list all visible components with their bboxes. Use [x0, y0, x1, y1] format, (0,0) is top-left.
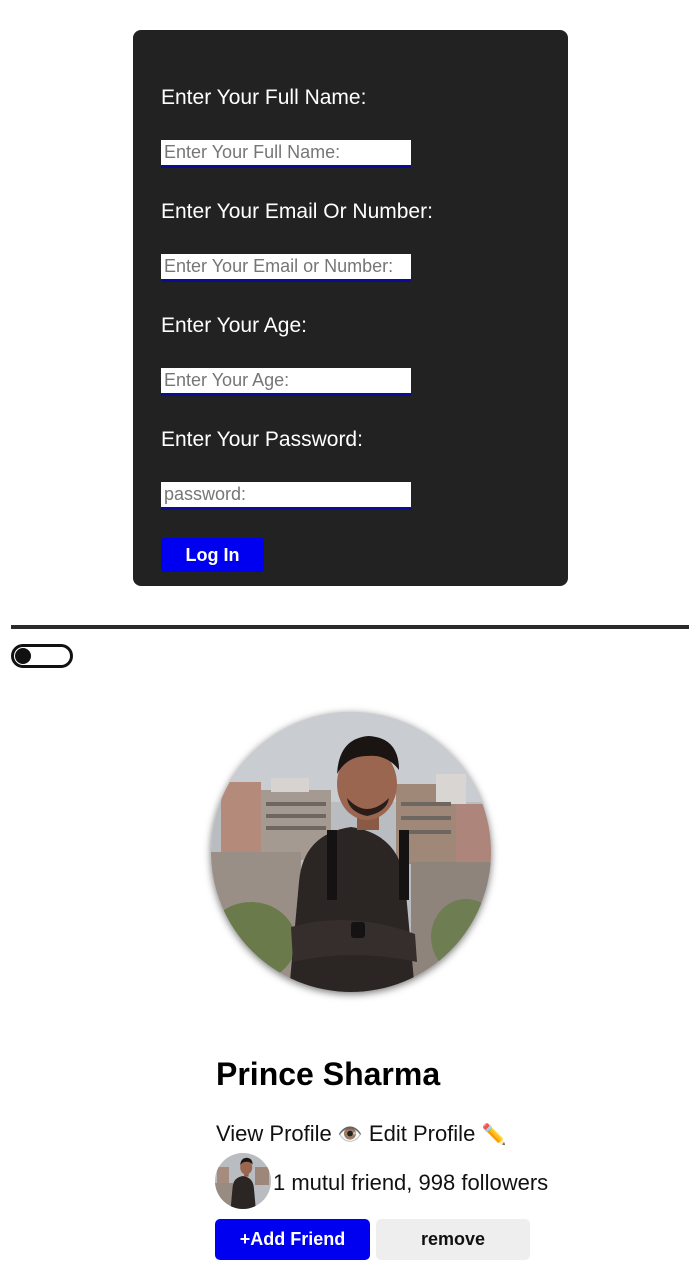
password-input[interactable] [161, 482, 411, 510]
age-input[interactable] [161, 368, 411, 396]
theme-toggle[interactable] [11, 644, 73, 668]
email-or-number-label: Enter Your Email Or Number: [161, 200, 433, 223]
profile-avatar-large [211, 712, 491, 992]
section-divider [11, 625, 689, 629]
view-profile-label: View Profile [216, 1121, 332, 1146]
edit-profile-link[interactable]: Edit Profile ✏️ [369, 1121, 506, 1146]
login-button[interactable]: Log In [161, 538, 264, 572]
add-friend-button[interactable]: +Add Friend [215, 1219, 370, 1260]
password-label: Enter Your Password: [161, 428, 363, 451]
pencil-icon: ✏️ [481, 1122, 507, 1146]
age-label: Enter Your Age: [161, 314, 307, 337]
profile-links: View Profile 👁️ Edit Profile ✏️ [216, 1120, 506, 1148]
email-or-number-input[interactable] [161, 254, 411, 282]
page: Enter Your Full Name: Enter Your Email O… [0, 0, 691, 1280]
eye-icon: 👁️ [337, 1122, 363, 1146]
toggle-knob [15, 648, 31, 664]
full-name-input[interactable] [161, 140, 411, 168]
friends-followers-text: 1 mutul friend, 998 followers [273, 1170, 549, 1195]
profile-photo-thumbnail [215, 1153, 271, 1209]
remove-button[interactable]: remove [376, 1219, 530, 1260]
profile-avatar-small [215, 1153, 271, 1209]
profile-name: Prince Sharma [216, 1056, 441, 1092]
profile-photo-illustration [211, 712, 491, 992]
view-profile-link[interactable]: View Profile 👁️ [216, 1121, 363, 1146]
login-form: Enter Your Full Name: Enter Your Email O… [133, 30, 568, 586]
full-name-label: Enter Your Full Name: [161, 86, 367, 109]
edit-profile-label: Edit Profile [368, 1121, 476, 1146]
